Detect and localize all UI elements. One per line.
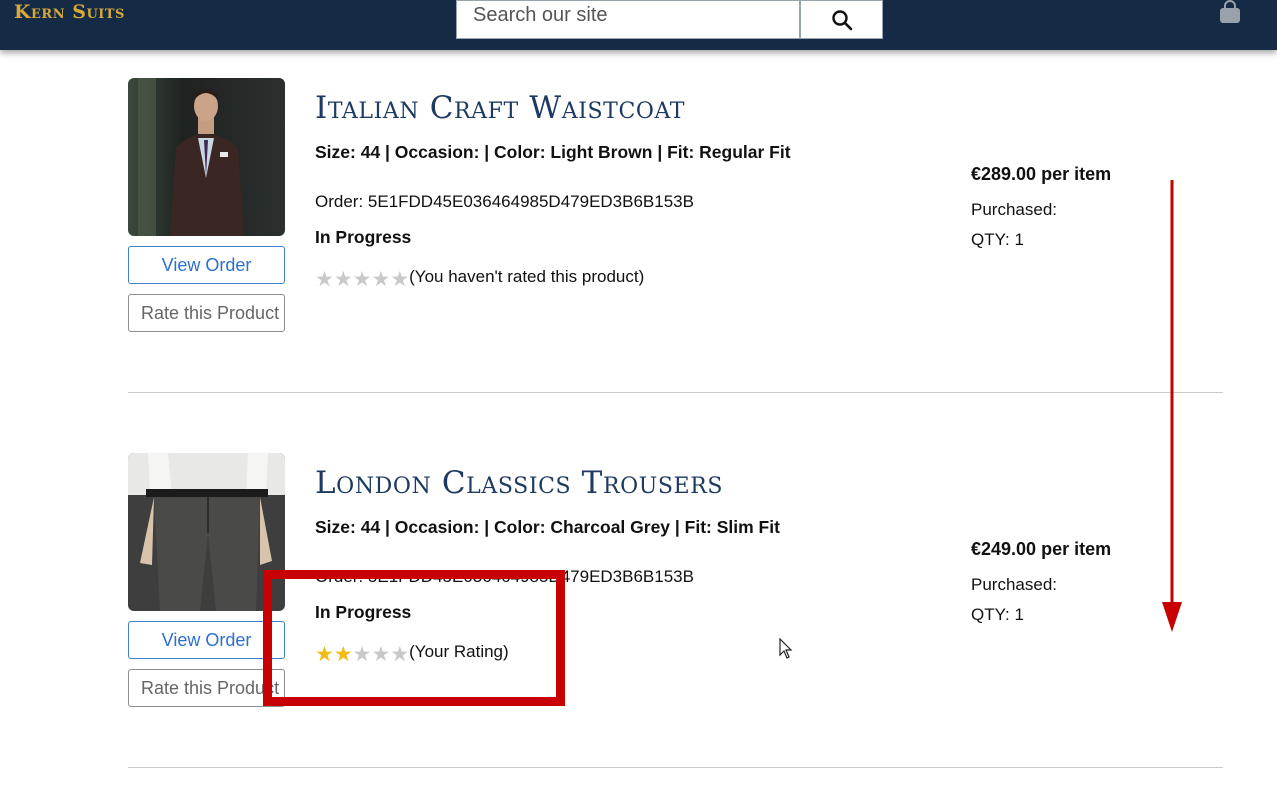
scroll-down-arrow-icon	[1162, 180, 1182, 632]
product-image[interactable]	[128, 453, 285, 611]
star-empty-icon[interactable]: ★	[390, 269, 409, 290]
man-in-brown-suit-photo	[128, 78, 285, 236]
item-price: €249.00 per item	[971, 539, 1111, 560]
quantity: QTY: 1	[971, 230, 1024, 249]
search-button[interactable]	[800, 0, 883, 39]
price-suffix: per item	[1041, 164, 1112, 184]
product-attributes: Size: 44 | Occasion: | Color: Charcoal G…	[315, 517, 780, 537]
price-suffix: per item	[1041, 539, 1112, 559]
rate-product-button[interactable]: Rate this Product	[128, 669, 285, 707]
star-empty-icon[interactable]: ★	[371, 269, 390, 290]
view-order-button[interactable]: View Order	[128, 621, 285, 659]
view-order-button[interactable]: View Order	[128, 246, 285, 284]
purchased-label: Purchased:	[971, 200, 1057, 219]
product-rating[interactable]: ★ ★ ★ ★ ★ (You haven't rated this product)	[315, 264, 644, 290]
divider	[128, 392, 1223, 393]
quantity: QTY: 1	[971, 605, 1024, 624]
charcoal-trousers-photo	[128, 453, 285, 611]
price-value: €249.00	[971, 539, 1037, 559]
order-status: In Progress	[315, 227, 412, 247]
star-empty-icon[interactable]: ★	[334, 269, 353, 290]
product-image[interactable]	[128, 78, 285, 236]
order-number: Order: 5E1FDD45E036464985D479ED3B6B153B	[315, 192, 694, 211]
product-title[interactable]: London Classics Trousers	[315, 465, 723, 501]
rating-stars[interactable]: ★ ★ ★ ★ ★	[315, 269, 409, 290]
rate-product-button[interactable]: Rate this Product	[128, 294, 285, 332]
rating-highlight-box	[263, 570, 565, 706]
search-icon	[831, 9, 852, 30]
product-attributes: Size: 44 | Occasion: | Color: Light Brow…	[315, 142, 791, 162]
divider	[128, 767, 1223, 768]
shopping-bag-icon[interactable]	[1219, 0, 1241, 24]
star-empty-icon[interactable]: ★	[315, 269, 334, 290]
star-empty-icon[interactable]: ★	[353, 269, 372, 290]
search-input[interactable]: Search our site	[456, 0, 800, 39]
purchased-label: Purchased:	[971, 575, 1057, 594]
rating-text: (You haven't rated this product)	[409, 267, 645, 286]
price-value: €289.00	[971, 164, 1037, 184]
top-navbar: Kern Suits Search our site	[0, 0, 1277, 50]
item-price: €289.00 per item	[971, 164, 1111, 185]
mouse-cursor-icon	[779, 638, 793, 659]
product-title[interactable]: Italian Craft Waistcoat	[315, 90, 685, 126]
site-logo[interactable]: Kern Suits	[14, 1, 125, 23]
